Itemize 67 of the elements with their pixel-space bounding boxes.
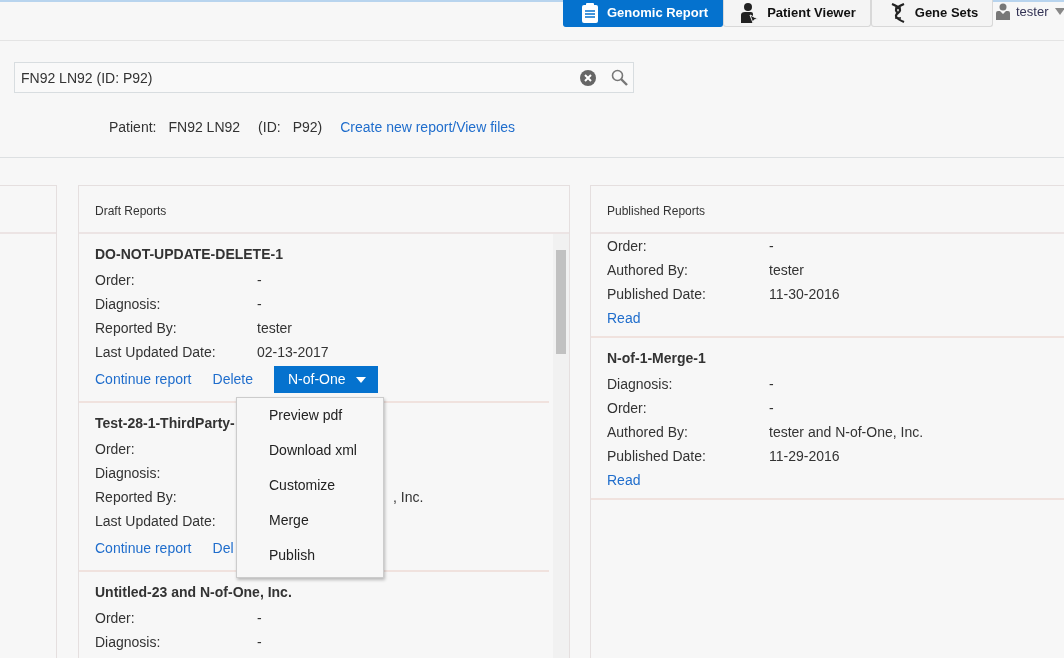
panel-title: Published Reports — [591, 186, 1064, 234]
user-icon — [996, 3, 1010, 21]
clipboard-icon — [581, 3, 599, 23]
field-label: Last Updated Date: — [95, 512, 217, 531]
field-label: Diagnosis: — [95, 633, 162, 652]
field-label: Order: — [95, 609, 136, 628]
field-label: Order: — [95, 440, 136, 459]
field-value: 11-29-2016 — [769, 447, 840, 466]
report-title: Untitled-23 and N-of-One, Inc. — [95, 583, 292, 602]
action-link[interactable]: Delete — [212, 369, 253, 390]
create-report-link[interactable]: Create new report/View files — [340, 117, 516, 138]
field-value: 02-13-2017 — [257, 343, 329, 362]
field-label: Authored By: — [607, 261, 689, 280]
read-link[interactable]: Read — [607, 306, 641, 330]
field-label: Order: — [607, 237, 648, 256]
nav-tab[interactable]: Genomic Report — [563, 0, 724, 27]
menu-item[interactable]: Download xml — [237, 433, 383, 468]
field-label: Published Date: — [607, 447, 707, 466]
field-label: Published Date: — [607, 285, 707, 304]
caret-icon[interactable] — [1054, 8, 1064, 16]
field-label: Reported By: — [95, 319, 178, 338]
field-value: , Inc. — [393, 488, 424, 507]
dropdown-button[interactable]: N-of-One — [274, 366, 378, 393]
field-label: Reported By: — [95, 488, 178, 507]
nav-tab[interactable]: Patient Viewer — [723, 0, 871, 27]
field-value: 11-30-2016 — [769, 285, 840, 304]
field-value: - — [769, 375, 774, 394]
field-label: Diagnosis: — [95, 295, 162, 314]
report-title: DO-NOT-UPDATE-DELETE-1 — [95, 245, 283, 264]
read-link[interactable]: Read — [607, 468, 641, 492]
menu-item[interactable]: Merge — [237, 503, 383, 538]
scrollbar[interactable] — [553, 234, 569, 658]
field-label: Order: — [607, 399, 648, 418]
nav-tab[interactable]: Gene Sets — [870, 0, 994, 27]
field-value: tester — [257, 319, 292, 338]
panel-title: Draft Reports — [79, 186, 569, 234]
field-label: Diagnosis: — [607, 375, 674, 394]
patient-label: Patient: — [109, 118, 157, 137]
menu-item[interactable]: Preview pdf — [237, 398, 383, 433]
action-link[interactable]: Del — [212, 538, 234, 559]
patient-id: P92) — [292, 118, 323, 137]
action-link[interactable]: Continue report — [95, 538, 192, 559]
search-field[interactable]: FN92 LN92 (ID: P92) — [14, 62, 634, 93]
field-value: - — [257, 633, 262, 652]
patient-name: FN92 LN92 — [168, 118, 241, 137]
field-value: - — [769, 237, 774, 256]
caret-icon — [355, 376, 366, 383]
search-icon[interactable] — [611, 69, 628, 86]
field-value: - — [257, 609, 262, 628]
field-value: - — [769, 399, 774, 418]
field-label: Last Updated Date: — [95, 343, 217, 362]
menu-item[interactable]: Customize — [237, 468, 383, 503]
clear-icon[interactable] — [580, 70, 596, 86]
field-label: Order: — [95, 271, 136, 290]
field-value: tester — [769, 261, 804, 280]
action-link[interactable]: Continue report — [95, 369, 192, 390]
user-menu[interactable]: tester — [1016, 2, 1049, 22]
menu-item[interactable]: Publish — [237, 538, 383, 573]
person-cursor-icon — [741, 3, 760, 23]
patient-id-label: (ID: — [258, 118, 281, 137]
report-title: N-of-1-Merge-1 — [607, 349, 706, 368]
field-label: Authored By: — [607, 423, 689, 442]
field-label: Diagnosis: — [95, 464, 162, 483]
field-value: tester and N-of-One, Inc. — [769, 423, 924, 442]
report-title: Test-28-1-ThirdParty- — [95, 414, 235, 433]
field-value: - — [257, 295, 262, 314]
field-value: - — [257, 271, 262, 290]
